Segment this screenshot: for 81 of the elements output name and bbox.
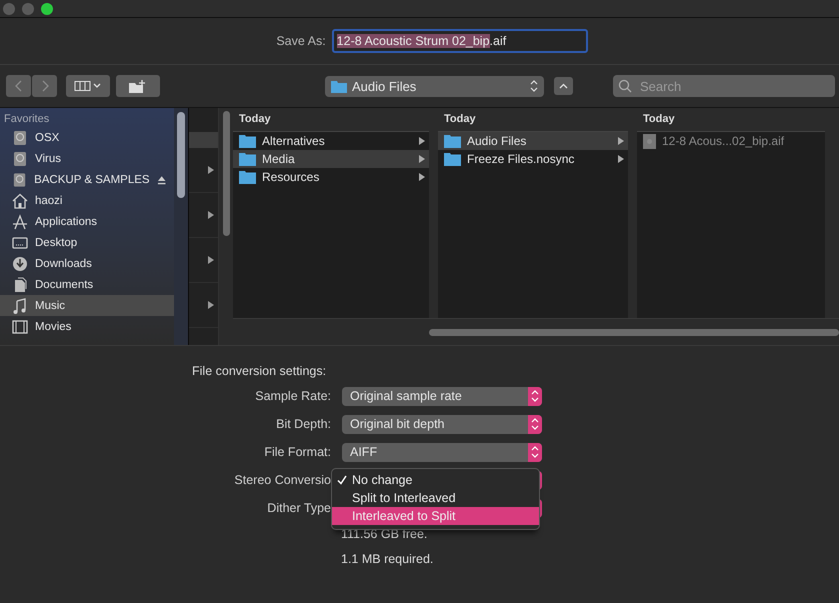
settings-heading: File conversion settings: <box>192 364 328 380</box>
close-button[interactable] <box>3 2 15 14</box>
folder-icon <box>444 134 461 148</box>
disclosure-icon <box>208 301 214 309</box>
sidebar-item[interactable]: BACKUP & SAMPLES <box>0 169 174 190</box>
disclosure-icon <box>208 166 214 174</box>
folder-icon <box>239 152 256 166</box>
file-icon <box>643 134 656 148</box>
folder-icon <box>239 134 256 148</box>
save-as-label: Save As: <box>276 34 326 48</box>
minimize-button[interactable] <box>22 2 34 14</box>
stepper-icon <box>528 386 542 406</box>
scrollbar-thumb[interactable] <box>177 112 185 198</box>
back-icon <box>14 79 24 93</box>
setting-label: File Format: <box>263 445 332 459</box>
stepper-icon <box>528 414 542 434</box>
sidebar-item[interactable]: Movies <box>0 316 174 337</box>
menu-item[interactable]: Interleaved to Split <box>332 507 539 525</box>
eject-icon[interactable] <box>156 174 166 184</box>
disclosure-icon <box>618 155 624 163</box>
sidebar-item[interactable]: Downloads <box>0 253 174 274</box>
setting-label: Dither Type <box>266 501 332 515</box>
forward-icon <box>40 79 50 93</box>
file-list-item[interactable]: Media <box>233 150 429 168</box>
new-folder-button[interactable] <box>116 75 160 97</box>
updown-icon <box>530 80 538 92</box>
sidebar-item[interactable]: Music <box>0 295 174 316</box>
setting-label: Sample Rate: <box>254 389 332 403</box>
back-button[interactable] <box>6 75 31 97</box>
film-icon <box>12 318 28 334</box>
new-folder-icon <box>129 80 147 92</box>
view-button[interactable] <box>66 75 110 97</box>
caret-icon <box>559 83 568 89</box>
desktop-icon <box>12 234 28 250</box>
sidebar-item[interactable]: Desktop <box>0 232 174 253</box>
sidebar-item[interactable]: Virus <box>0 148 174 169</box>
storage-info: 1.1 MB required. <box>341 551 434 568</box>
search-input[interactable]: Search <box>638 78 822 94</box>
scrollbar-thumb[interactable] <box>429 328 839 336</box>
file-list-item[interactable]: Resources <box>233 168 429 186</box>
sidebar-item[interactable]: Documents <box>0 274 174 295</box>
folder-icon <box>239 170 256 184</box>
scrollbar-thumb[interactable] <box>222 111 230 236</box>
forward-button[interactable] <box>32 75 57 97</box>
search-field[interactable]: Search <box>613 75 835 97</box>
column-header: Today <box>233 108 429 132</box>
setting-label: Stereo Conversio <box>233 473 332 487</box>
columns-icon <box>74 80 102 92</box>
popup-button[interactable]: Original sample rate <box>342 386 542 406</box>
home-icon <box>12 192 28 208</box>
popup-button[interactable]: Original bit depth <box>342 414 542 434</box>
disclosure-icon <box>419 173 425 181</box>
applications-icon <box>12 214 28 230</box>
zoom-button[interactable] <box>41 2 53 14</box>
download-icon <box>12 256 28 272</box>
sidebar-item[interactable]: Applications <box>0 211 174 232</box>
popup-button[interactable]: AIFF <box>342 442 542 462</box>
setting-label: Bit Depth: <box>275 417 332 431</box>
folder-icon <box>444 152 461 166</box>
expand-button[interactable] <box>554 77 573 95</box>
music-note-icon <box>12 298 28 314</box>
file-list-item[interactable]: Freeze Files.nosync <box>438 150 628 168</box>
disclosure-icon <box>208 211 214 219</box>
search-icon <box>618 79 632 93</box>
file-list-item[interactable]: Alternatives <box>233 132 429 150</box>
disclosure-icon <box>419 137 425 145</box>
sidebar-item[interactable]: haozi <box>0 190 174 211</box>
disclosure-icon <box>419 155 425 163</box>
sidebar-heading: Favorites <box>3 112 50 127</box>
location-popup[interactable]: Audio Files <box>325 76 544 96</box>
stepper-icon <box>528 442 542 462</box>
disclosure-icon <box>618 137 624 145</box>
sidebar-item[interactable]: OSX <box>0 127 174 148</box>
menu-item[interactable]: Split to Interleaved <box>332 489 539 507</box>
folder-icon <box>331 80 347 92</box>
disclosure-icon <box>208 256 214 264</box>
column-header: Today <box>637 108 825 132</box>
file-name-field[interactable]: 12-8 Acoustic Strum 02_bip.aif <box>332 29 588 53</box>
file-list-item[interactable]: Audio Files <box>438 132 628 150</box>
column-header: Today <box>438 108 628 132</box>
document-icon <box>12 276 28 292</box>
